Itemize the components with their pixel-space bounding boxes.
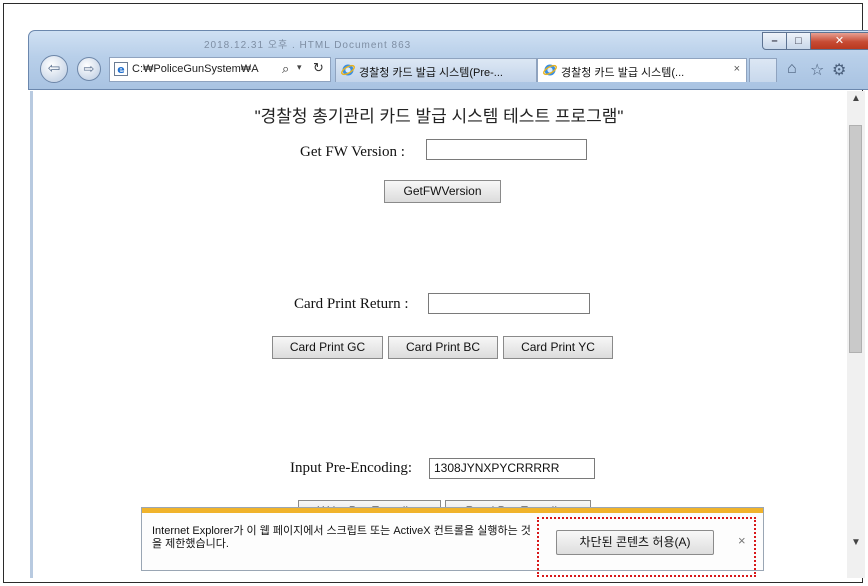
card-print-gc-button[interactable]: Card Print GC — [272, 336, 383, 359]
get-fw-version-button[interactable]: GetFWVersion — [384, 180, 501, 203]
home-icon[interactable]: ⌂ — [787, 60, 797, 78]
card-print-return-label: Card Print Return : — [294, 296, 409, 312]
minimize-button[interactable]: – — [762, 32, 787, 50]
pre-encoding-label: Input Pre-Encoding: — [290, 460, 413, 476]
card-print-yc-button[interactable]: Card Print YC — [503, 336, 613, 359]
window-edge — [30, 91, 33, 578]
chevron-down-icon[interactable]: ▾ — [297, 62, 302, 73]
scrollbar-thumb[interactable] — [849, 125, 862, 353]
highlight-box — [537, 517, 756, 577]
forward-button[interactable]: ⇨ — [77, 57, 101, 81]
page-content: "경찰청 총기관리 카드 발급 시스템 테스트 프로그램" Get FW Ver… — [30, 91, 865, 578]
close-icon: ✕ — [834, 35, 845, 47]
tab-active[interactable]: 경찰청 카드 발급 시스템(... × — [537, 58, 747, 82]
address-bar[interactable]: e C:₩PoliceGunSystem₩A ⌕ ▾ ↻ — [109, 57, 331, 82]
scroll-down-icon[interactable]: ▼ — [847, 537, 865, 553]
fw-version-label: Get FW Version : — [300, 144, 405, 160]
favorites-star-icon[interactable]: ☆ — [810, 60, 824, 80]
tab-label: 경찰청 카드 발급 시스템(... — [561, 67, 685, 79]
card-print-bc-button[interactable]: Card Print BC — [388, 336, 498, 359]
title-bar: 2018.12.31 오후 . HTML Document 863 – □ ✕ … — [28, 30, 868, 90]
close-window-button[interactable]: ✕ — [810, 32, 868, 50]
back-button[interactable]: ⇦ — [40, 55, 68, 83]
page-title: "경찰청 총기관리 카드 발급 시스템 테스트 프로그램" — [254, 107, 624, 126]
notification-message: Internet Explorer가 이 웹 페이지에서 스크립트 또는 Act… — [152, 525, 531, 550]
address-text[interactable]: C:₩PoliceGunSystem₩A — [132, 63, 274, 75]
forward-arrow-icon: ⇨ — [83, 61, 95, 76]
card-print-return-input[interactable] — [428, 293, 590, 314]
maximize-icon: □ — [795, 35, 802, 47]
window-title: 2018.12.31 오후 . HTML Document 863 — [204, 40, 412, 51]
search-icon[interactable]: ⌕ — [282, 61, 289, 77]
tools-gear-icon[interactable]: ⚙ — [832, 60, 846, 80]
scroll-up-icon[interactable]: ▲ — [847, 93, 865, 109]
pre-encoding-input[interactable]: 1308JYNXPYCRRRRR — [429, 458, 595, 479]
svg-text:e: e — [117, 63, 124, 76]
tab-label: 경찰청 카드 발급 시스템(Pre-... — [359, 67, 503, 79]
ie-window: 2018.12.31 오후 . HTML Document 863 – □ ✕ … — [28, 30, 868, 580]
refresh-icon[interactable]: ↻ — [313, 60, 324, 76]
tab-pre-encoding[interactable]: 경찰청 카드 발급 시스템(Pre-... — [335, 58, 537, 82]
close-tab-icon[interactable]: × — [734, 63, 740, 75]
back-arrow-icon: ⇦ — [47, 60, 61, 77]
maximize-button[interactable]: □ — [786, 32, 811, 50]
ie-logo-icon — [543, 64, 557, 76]
fw-version-input[interactable] — [426, 139, 587, 160]
ie-page-icon: e — [114, 62, 128, 76]
minimize-icon: – — [771, 35, 778, 47]
vertical-scrollbar[interactable]: ▲ ▼ — [847, 91, 865, 578]
ie-logo-icon — [341, 64, 355, 76]
new-tab-button[interactable] — [749, 58, 777, 82]
